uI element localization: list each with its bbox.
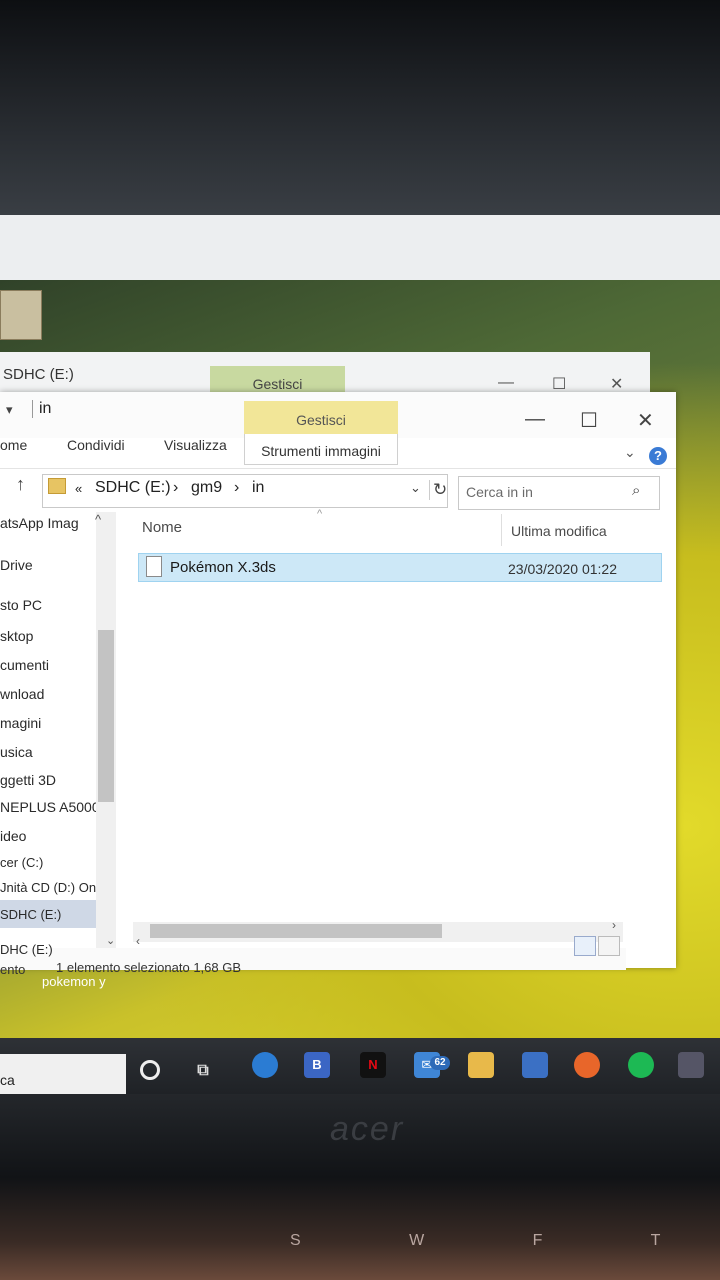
nav-item-videos[interactable]: ideo [0,828,26,844]
large-icons-view-icon[interactable] [598,936,620,956]
status-item-count: ento [0,962,26,977]
ribbon-expand-icon[interactable]: ⌄ [624,444,636,461]
minimize-button[interactable]: — [525,408,545,431]
nav-item-this-pc[interactable]: sto PC [0,597,42,613]
tab-home[interactable]: ome [0,437,27,453]
nav-item-cd-drive[interactable]: Jnità CD (D:) On [0,880,96,895]
nav-item-sdhc-e[interactable]: SDHC (E:) [0,907,61,922]
help-icon[interactable]: ? [649,447,667,465]
gestisci-contextual-tab[interactable]: Gestisci [244,401,398,437]
nav-item-pictures[interactable]: magini [0,715,41,731]
monitor-bezel-top [0,0,720,230]
laptop-brand-logo: acer [330,1110,405,1148]
folder-icon [48,478,66,494]
nav-item-whatsapp-images[interactable]: atsApp Imag [0,515,79,531]
maximize-button[interactable]: ☐ [580,408,598,433]
app-icon[interactable] [678,1052,704,1078]
breadcrumb-gm9[interactable]: gm9 [191,479,222,497]
nav-item-onedrive[interactable]: Drive [0,557,33,573]
sort-caret-icon: ^ [317,508,323,520]
quick-access-dropdown-icon[interactable]: ▾ [6,402,13,418]
search-icon[interactable]: ⌕ [632,482,640,499]
breadcrumb-in[interactable]: in [252,479,264,497]
nav-item-acer-c[interactable]: cer (C:) [0,855,43,870]
column-header-modified[interactable]: Ultima modifica [511,523,607,539]
nav-item-music[interactable]: usica [0,744,33,760]
horizontal-scrollbar-thumb[interactable] [150,924,442,938]
background-window-title: SDHC (E:) [3,366,74,383]
scroll-right-icon[interactable]: › [612,918,616,932]
column-separator[interactable] [501,514,502,546]
spotify-icon[interactable] [628,1052,654,1078]
desktop-folder-icon[interactable] [0,290,42,340]
background-maximize-button[interactable]: ☐ [552,374,566,394]
nav-item-documents[interactable]: cumenti [0,657,49,673]
nav-item-sdhc-e-second[interactable]: DHC (E:) [0,942,53,957]
address-dropdown-icon[interactable]: ⌄ [410,480,421,496]
booking-icon[interactable]: B [304,1052,330,1078]
cortana-icon[interactable] [140,1060,160,1080]
window-title: in [32,400,51,418]
search-placeholder: Cerca in in [466,484,533,500]
refresh-icon[interactable]: ↻ [429,480,447,500]
keyboard-keys: S W F T [290,1232,713,1249]
nav-item-oneplus[interactable]: NEPLUS A5000 [0,799,100,815]
status-selection: 1 elemento selezionato 1,68 GB [56,960,242,975]
desktop-shortcut-label[interactable]: pokemon y [42,974,106,989]
breadcrumb-separator[interactable]: › [173,479,178,497]
breadcrumb-overflow[interactable]: « [75,481,82,496]
scroll-left-icon[interactable]: ‹ [136,934,140,948]
file-name[interactable]: Pokémon X.3ds [170,559,276,576]
mail-badge: 62 [430,1056,450,1070]
background-close-button[interactable]: ✕ [610,374,623,394]
up-arrow-icon[interactable]: ↑ [16,474,25,495]
column-header-name[interactable]: Nome [142,519,182,536]
news-icon[interactable] [522,1052,548,1078]
taskbar-search[interactable]: ca [0,1054,126,1094]
background-minimize-button[interactable]: — [498,374,514,392]
nav-item-3d-objects[interactable]: ggetti 3D [0,772,56,788]
file-explorer-icon[interactable] [468,1052,494,1078]
nav-scroll-up-icon[interactable]: ^ [95,512,101,527]
tab-share[interactable]: Condividi [67,437,125,453]
tab-view[interactable]: Visualizza [164,437,227,453]
firefox-icon[interactable] [574,1052,600,1078]
file-modified-date: 23/03/2020 01:22 [508,561,617,577]
nav-scroll-down-icon[interactable]: ⌄ [106,934,115,947]
close-button[interactable]: ✕ [637,408,654,433]
task-view-icon[interactable]: ⧉ [190,1058,216,1084]
details-view-icon[interactable] [574,936,596,956]
nav-scrollbar-thumb[interactable] [98,630,114,802]
tab-picture-tools[interactable]: Strumenti immagini [244,434,398,465]
edge-icon[interactable] [252,1052,278,1078]
netflix-icon[interactable]: N [360,1052,386,1078]
nav-item-desktop[interactable]: sktop [0,628,33,644]
file-icon [146,556,162,577]
nav-item-downloads[interactable]: wnload [0,686,44,702]
breadcrumb-separator[interactable]: › [234,479,239,497]
breadcrumb-sdhc[interactable]: SDHC (E:) [95,479,171,497]
